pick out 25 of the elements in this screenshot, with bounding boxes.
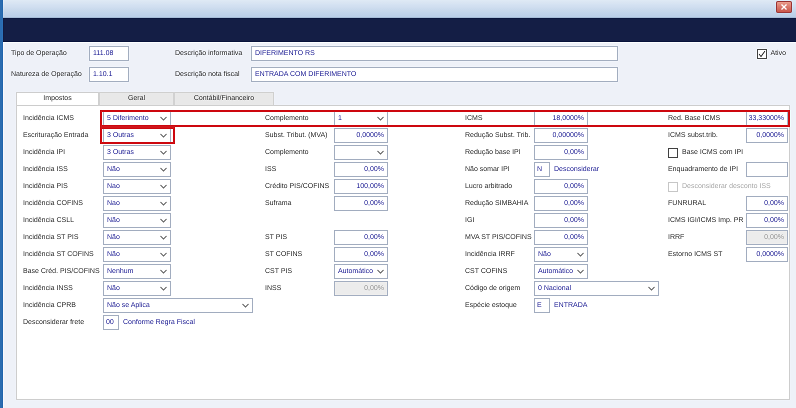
close-icon xyxy=(781,4,787,10)
chevron-down-icon xyxy=(242,303,249,308)
chevron-down-icon xyxy=(160,235,167,240)
close-button[interactable] xyxy=(776,1,792,13)
chevron-down-icon xyxy=(160,150,167,155)
chevron-down-icon xyxy=(577,252,584,257)
chevron-down-icon xyxy=(160,167,167,172)
chevron-down-icon xyxy=(377,269,384,274)
chevron-down-icon xyxy=(377,116,384,121)
chevron-down-icon xyxy=(160,252,167,257)
chevron-down-icon xyxy=(160,116,167,121)
checkbox[interactable] xyxy=(757,48,768,58)
chevron-down-icon xyxy=(160,269,167,274)
select-field[interactable] xyxy=(334,145,388,160)
input-field[interactable] xyxy=(746,162,788,177)
chevron-down-icon xyxy=(577,269,584,274)
chevron-down-icon xyxy=(160,201,167,206)
chevron-down-icon xyxy=(160,286,167,291)
chevron-down-icon xyxy=(648,286,655,291)
chevron-down-icon xyxy=(160,133,167,138)
checkbox[interactable] xyxy=(668,148,678,158)
chevron-down-icon xyxy=(160,218,167,223)
chevron-down-icon xyxy=(377,150,384,155)
chevron-down-icon xyxy=(160,184,167,189)
checkmark-icon xyxy=(758,50,766,58)
